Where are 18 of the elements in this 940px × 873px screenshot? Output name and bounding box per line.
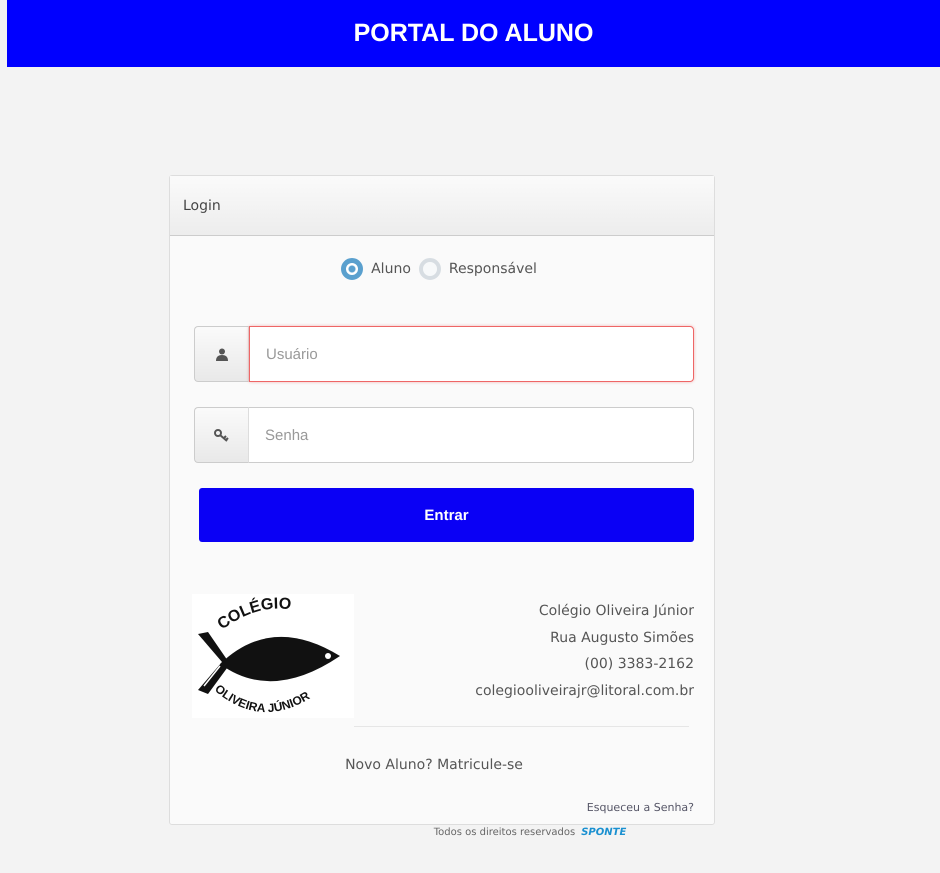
radio-button[interactable] xyxy=(341,258,364,280)
radio-label[interactable]: Responsável xyxy=(448,261,537,277)
panel-title: Login xyxy=(183,198,221,214)
school-info-text: Colégio Oliveira Júnior xyxy=(538,602,694,621)
forgot-password-link[interactable]: Esqueceu a Senha? xyxy=(586,801,694,814)
signup-link[interactable]: Novo Aluno? Matricule-se xyxy=(345,757,523,773)
copyright-text: Todos os direitos reservados xyxy=(434,827,576,838)
login-button[interactable]: Entrar xyxy=(199,488,694,542)
user-icon xyxy=(216,348,228,360)
key-icon xyxy=(214,428,229,442)
password-field[interactable]: Senha xyxy=(249,407,694,463)
username-field[interactable]: Usuário xyxy=(249,326,694,382)
school-info-text: (00) 3383-2162 xyxy=(584,655,694,674)
brand-logo: SPONTE xyxy=(581,827,626,838)
portal-title: PORTAL DO ALUNO xyxy=(354,19,594,48)
radio-label[interactable]: Aluno xyxy=(371,261,411,277)
school-info-text: colegiooliveirajr@litoral.com.br xyxy=(475,682,694,700)
school-info-text: Rua Augusto Simões xyxy=(550,628,694,648)
